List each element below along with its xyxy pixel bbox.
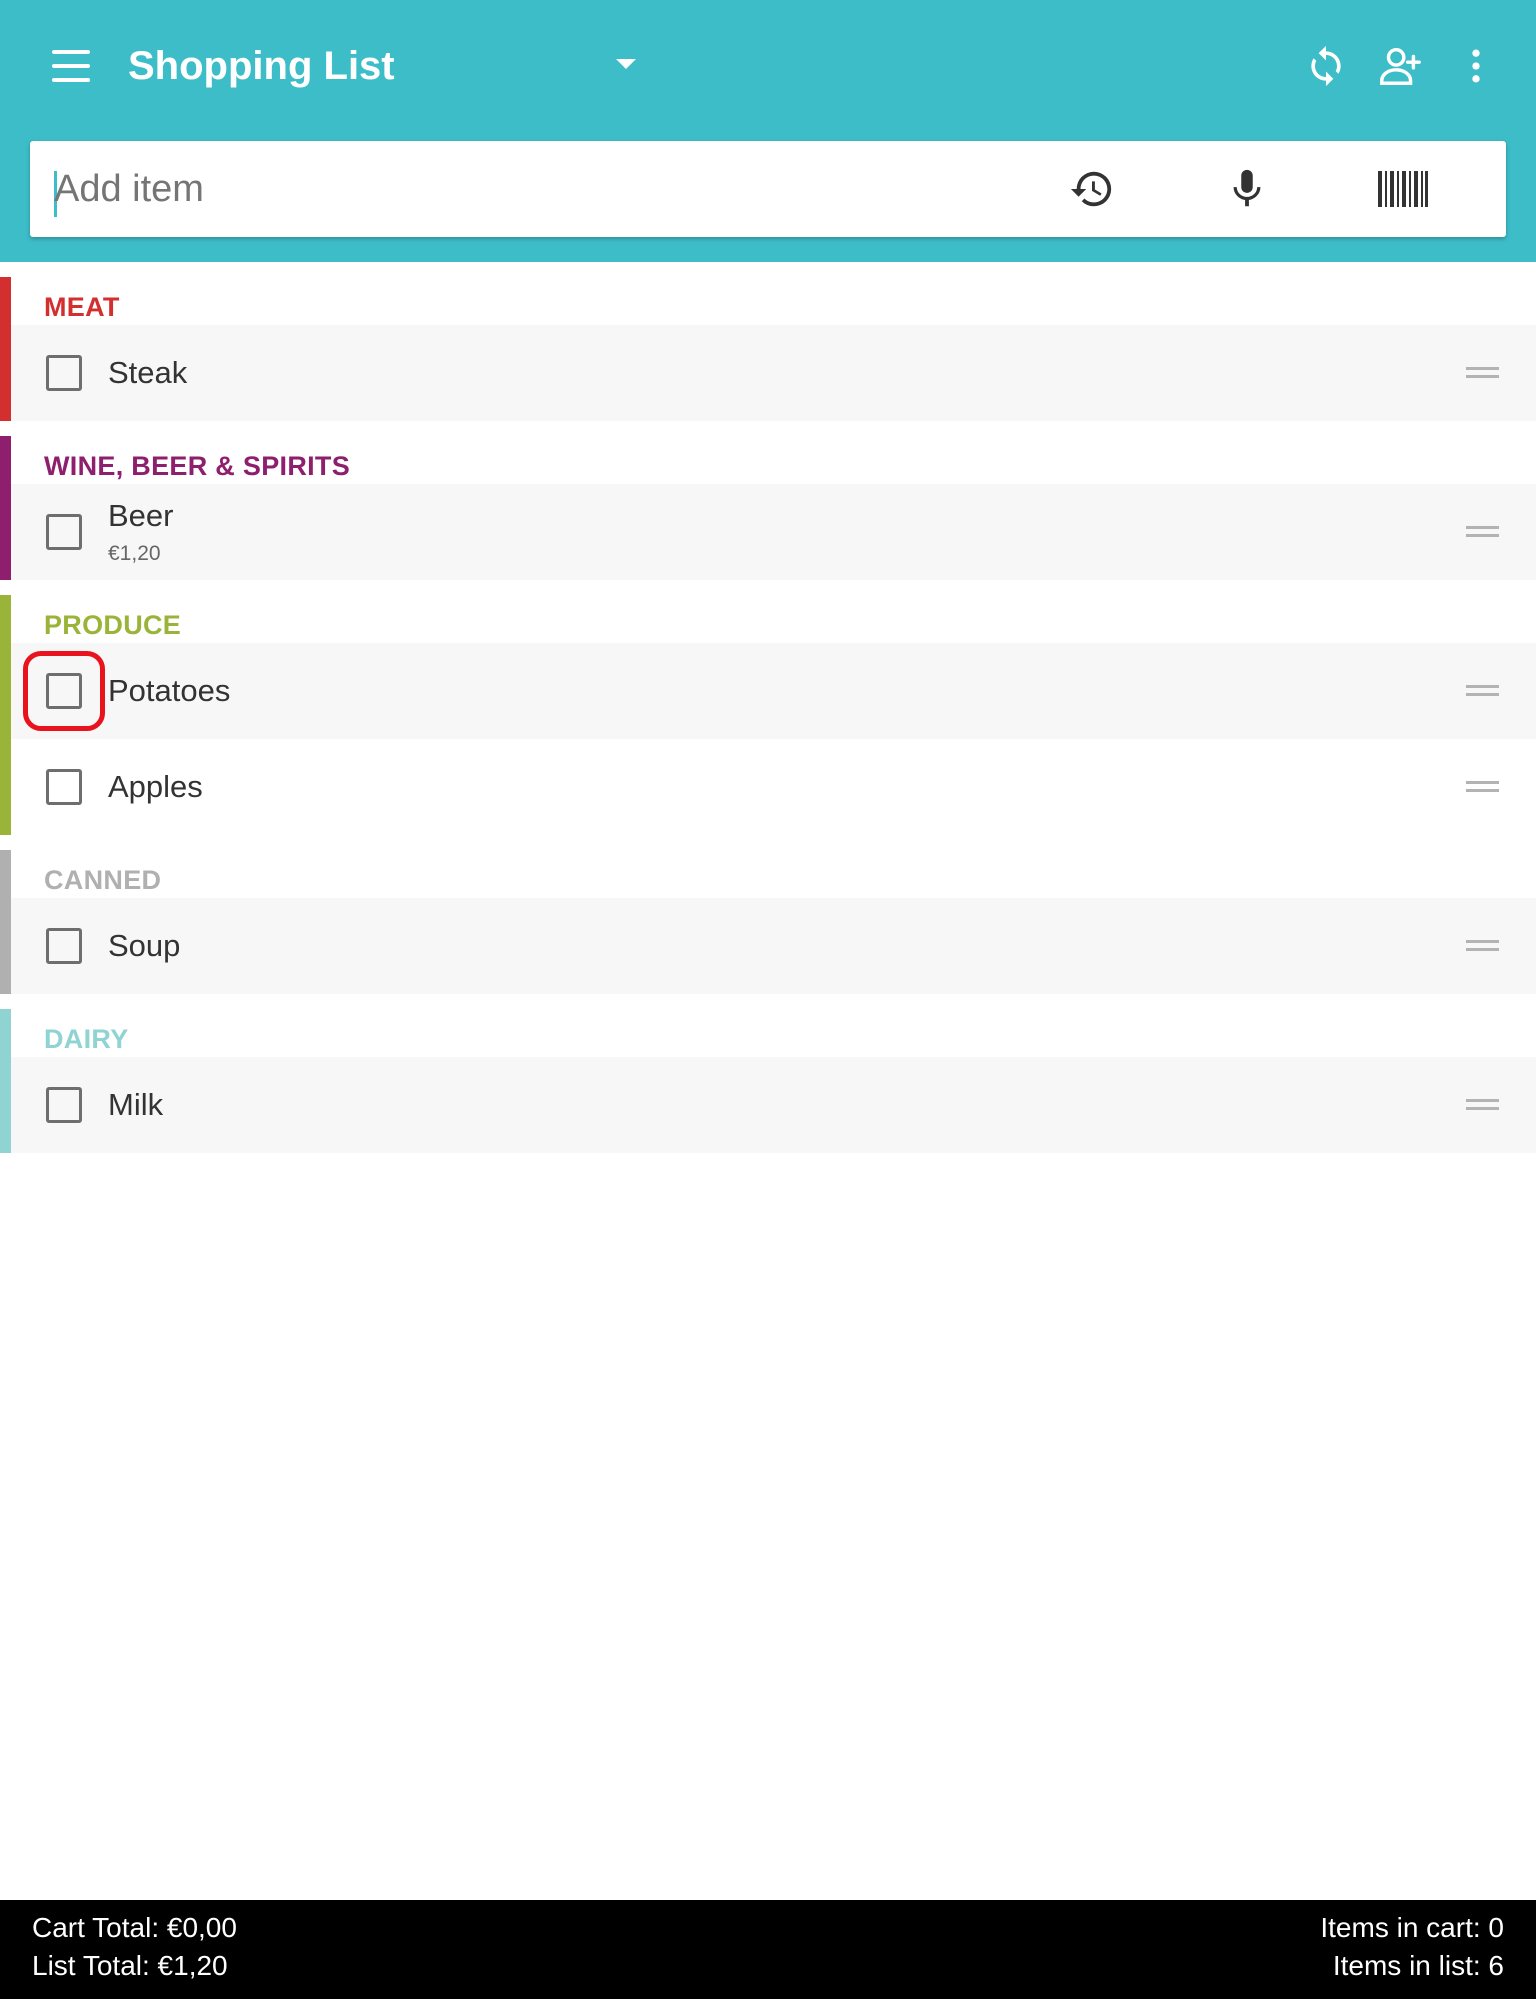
item-checkbox[interactable] (46, 673, 82, 709)
item-checkbox[interactable] (46, 355, 82, 391)
menu-icon[interactable] (46, 44, 98, 88)
share-person-add-icon[interactable] (1370, 36, 1430, 96)
shopping-list: MEAT Steak WINE, BEER & SPIRITS Beer €1,… (0, 262, 1536, 1153)
more-vert-icon[interactable] (1446, 36, 1506, 96)
add-item-input[interactable] (54, 159, 1034, 219)
category-header: PRODUCE (44, 610, 182, 640)
item-checkbox[interactable] (46, 514, 82, 550)
drag-handle-icon[interactable] (1466, 1095, 1502, 1115)
drag-handle-icon[interactable] (1466, 363, 1502, 383)
list-item[interactable]: Apples (11, 739, 1536, 835)
totals-footer: Cart Total: €0,00 List Total: €1,20 Item… (0, 1900, 1536, 1999)
barcode-icon[interactable] (1373, 159, 1433, 219)
drag-handle-icon[interactable] (1466, 777, 1502, 797)
category-color-stripe (0, 595, 11, 835)
item-name: Potatoes (108, 673, 231, 708)
drag-handle-icon[interactable] (1466, 936, 1502, 956)
category-meat: MEAT Steak (0, 262, 1536, 421)
drag-handle-icon[interactable] (1466, 681, 1502, 701)
item-name: Steak (108, 355, 188, 390)
category-color-stripe (0, 850, 11, 994)
list-item[interactable]: Milk (11, 1057, 1536, 1153)
category-header: DAIRY (44, 1024, 129, 1054)
items-in-cart: Items in cart: 0 (1320, 1912, 1504, 1943)
category-color-stripe (0, 1009, 11, 1153)
item-name: Apples (108, 769, 203, 804)
dropdown-arrow-icon[interactable] (606, 44, 646, 84)
category-header: WINE, BEER & SPIRITS (44, 451, 351, 481)
list-item[interactable]: Beer €1,20 (11, 484, 1536, 580)
history-icon[interactable] (1062, 159, 1122, 219)
category-color-stripe (0, 436, 11, 580)
items-in-list: Items in list: 6 (1332, 1950, 1504, 1981)
category-canned: CANNED Soup (0, 835, 1536, 994)
item-name: Beer (108, 498, 174, 533)
sync-icon[interactable] (1296, 36, 1356, 96)
add-item-bar (30, 141, 1506, 237)
item-checkbox[interactable] (46, 1087, 82, 1123)
cart-total: Cart Total: €0,00 (32, 1912, 237, 1943)
item-checkbox[interactable] (46, 769, 82, 805)
category-wine-beer-spirits: WINE, BEER & SPIRITS Beer €1,20 (0, 421, 1536, 580)
list-total: List Total: €1,20 (32, 1950, 228, 1981)
item-name: Soup (108, 928, 181, 963)
page-title[interactable]: Shopping List (128, 40, 395, 92)
category-header: MEAT (44, 292, 120, 322)
item-price: €1,20 (108, 542, 161, 565)
item-checkbox[interactable] (46, 928, 82, 964)
list-item[interactable]: Steak (11, 325, 1536, 421)
category-dairy: DAIRY Milk (0, 994, 1536, 1153)
microphone-icon[interactable] (1217, 159, 1277, 219)
category-header: CANNED (44, 865, 162, 895)
drag-handle-icon[interactable] (1466, 522, 1502, 542)
category-color-stripe (0, 277, 11, 421)
list-item[interactable]: Soup (11, 898, 1536, 994)
item-name: Milk (108, 1087, 164, 1122)
list-item[interactable]: Potatoes (11, 643, 1536, 739)
category-produce: PRODUCE Potatoes Apples (0, 580, 1536, 835)
app-bar: Shopping List (0, 0, 1536, 262)
